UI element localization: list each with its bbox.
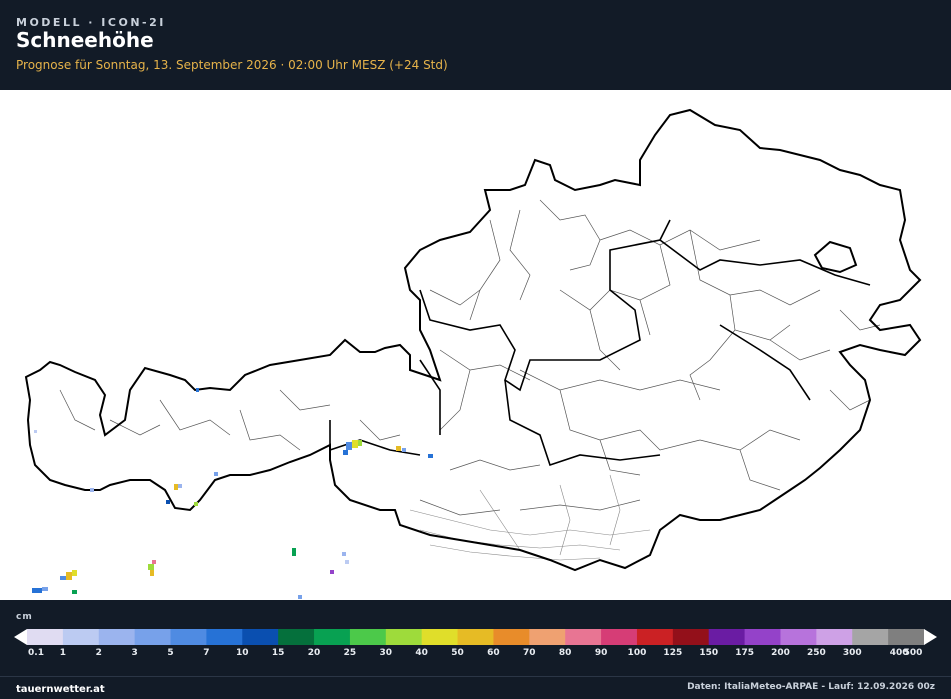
austria-border: [24, 108, 922, 572]
legend-tick-label: 3: [131, 648, 138, 658]
legend-swatch: [672, 629, 710, 645]
map-title: Schneehöhe: [16, 28, 154, 52]
site-name[interactable]: tauernwetter.at: [16, 684, 105, 695]
data-source: Daten: ItaliaMeteo-ARPAE - Lauf: 12.09.2…: [687, 682, 935, 692]
legend-tick-label: 5: [167, 648, 174, 658]
legend-swatch: [27, 629, 64, 645]
forecast-subtitle: Prognose für Sonntag, 13. September 2026…: [16, 58, 448, 72]
legend-tick-label: 30: [379, 648, 393, 658]
legend-swatch: [780, 629, 817, 645]
legend-swatch: [744, 629, 781, 645]
legend-tick-label: 7: [203, 648, 210, 658]
legend-tick-label: 2: [95, 648, 102, 658]
legend-min-arrow: [14, 629, 27, 645]
austria-snow-map: [0, 90, 951, 600]
legend-tick-label: 200: [771, 648, 790, 658]
legend-swatch: [134, 629, 172, 645]
legend-max-arrow: [924, 629, 937, 645]
legend-tick-label: 40: [415, 648, 428, 658]
legend-swatch: [62, 629, 100, 645]
legend-swatch: [457, 629, 494, 645]
legend-swatch: [314, 629, 351, 645]
legend-tick-label: 1: [59, 648, 67, 658]
legend-swatch: [636, 629, 674, 645]
legend-tick-label: 25: [343, 648, 357, 658]
legend-tick-label: 80: [558, 648, 572, 658]
legend-swatch: [493, 629, 530, 645]
legend-tick-label: 300: [842, 648, 862, 658]
legend-swatch: [385, 629, 423, 645]
legend-swatch: [708, 629, 746, 645]
legend-swatch: [242, 629, 279, 645]
vienna-boundary: [813, 240, 858, 274]
legend-tick-label: 15: [271, 648, 285, 658]
legend-swatch: [816, 629, 853, 645]
legend-tick-label: 60: [487, 648, 500, 658]
legend-swatch: [206, 629, 243, 645]
legend-swatch: [601, 629, 638, 645]
legend-tick-label: 100: [627, 648, 647, 658]
legend-swatch: [565, 629, 602, 645]
legend-swatch: [349, 629, 387, 645]
legend-swatch: [529, 629, 566, 645]
legend-swatch: [888, 629, 925, 645]
legend: cm 0.1 1 2 3 5 7 10 15 20 25 30 40 50 60 70 80 90 100 125 1…: [0, 600, 951, 699]
legend-tick-label: 500: [903, 648, 923, 658]
legend-tick-label: 20: [307, 648, 321, 658]
footer-divider: [0, 676, 951, 677]
legend-tick-label: 175: [735, 648, 754, 658]
district-boundaries: [59, 199, 881, 516]
header: MODELL · ICON-2I Schneehöhe Prognose für…: [0, 0, 951, 90]
legend-tick-label: 250: [806, 648, 826, 658]
legend-swatch: [98, 629, 136, 645]
legend-tick-label: 0.1: [28, 648, 44, 658]
map-svg: [24, 108, 922, 599]
legend-swatch: [852, 629, 889, 645]
legend-swatch: [170, 629, 207, 645]
legend-tick-label: 70: [523, 648, 536, 658]
legend-tick-label: 50: [451, 648, 464, 658]
legend-tick-label: 90: [594, 648, 608, 658]
state-boundaries: [329, 219, 871, 467]
legend-tick-label: 125: [663, 648, 683, 658]
valley-network: [409, 474, 651, 561]
legend-swatch: [421, 629, 459, 645]
legend-tick-label: 150: [699, 648, 719, 658]
legend-swatch: [278, 629, 315, 645]
legend-tick-label: 10: [236, 648, 249, 658]
snow-cells: [32, 388, 433, 599]
